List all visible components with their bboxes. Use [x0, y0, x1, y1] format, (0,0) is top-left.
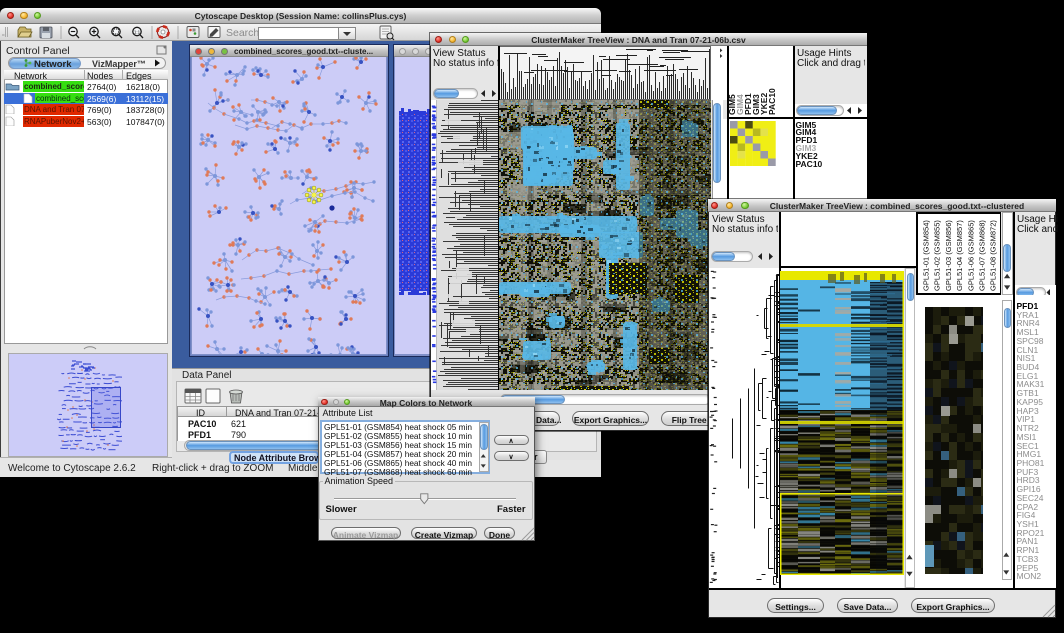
svg-text:GPL51-08 (GSM872): GPL51-08 (GSM872): [989, 220, 998, 291]
svg-text:PAC10: PAC10: [767, 88, 777, 115]
svg-text:GPL51-04 (GSM857): GPL51-04 (GSM857): [955, 220, 964, 291]
svg-text:GPL51-03 (GSM856): GPL51-03 (GSM856): [944, 220, 953, 291]
svg-text:GPL51-01 (GSM854): GPL51-01 (GSM854): [922, 220, 931, 291]
svg-text:GPL51-02 (GSM855): GPL51-02 (GSM855): [933, 220, 942, 291]
svg-text:1:1: 1:1: [134, 30, 141, 35]
svg-text:GPL51-06 (GSM865): GPL51-06 (GSM865): [966, 220, 975, 291]
svg-text:GPL51-07 (GSM868): GPL51-07 (GSM868): [978, 220, 987, 291]
